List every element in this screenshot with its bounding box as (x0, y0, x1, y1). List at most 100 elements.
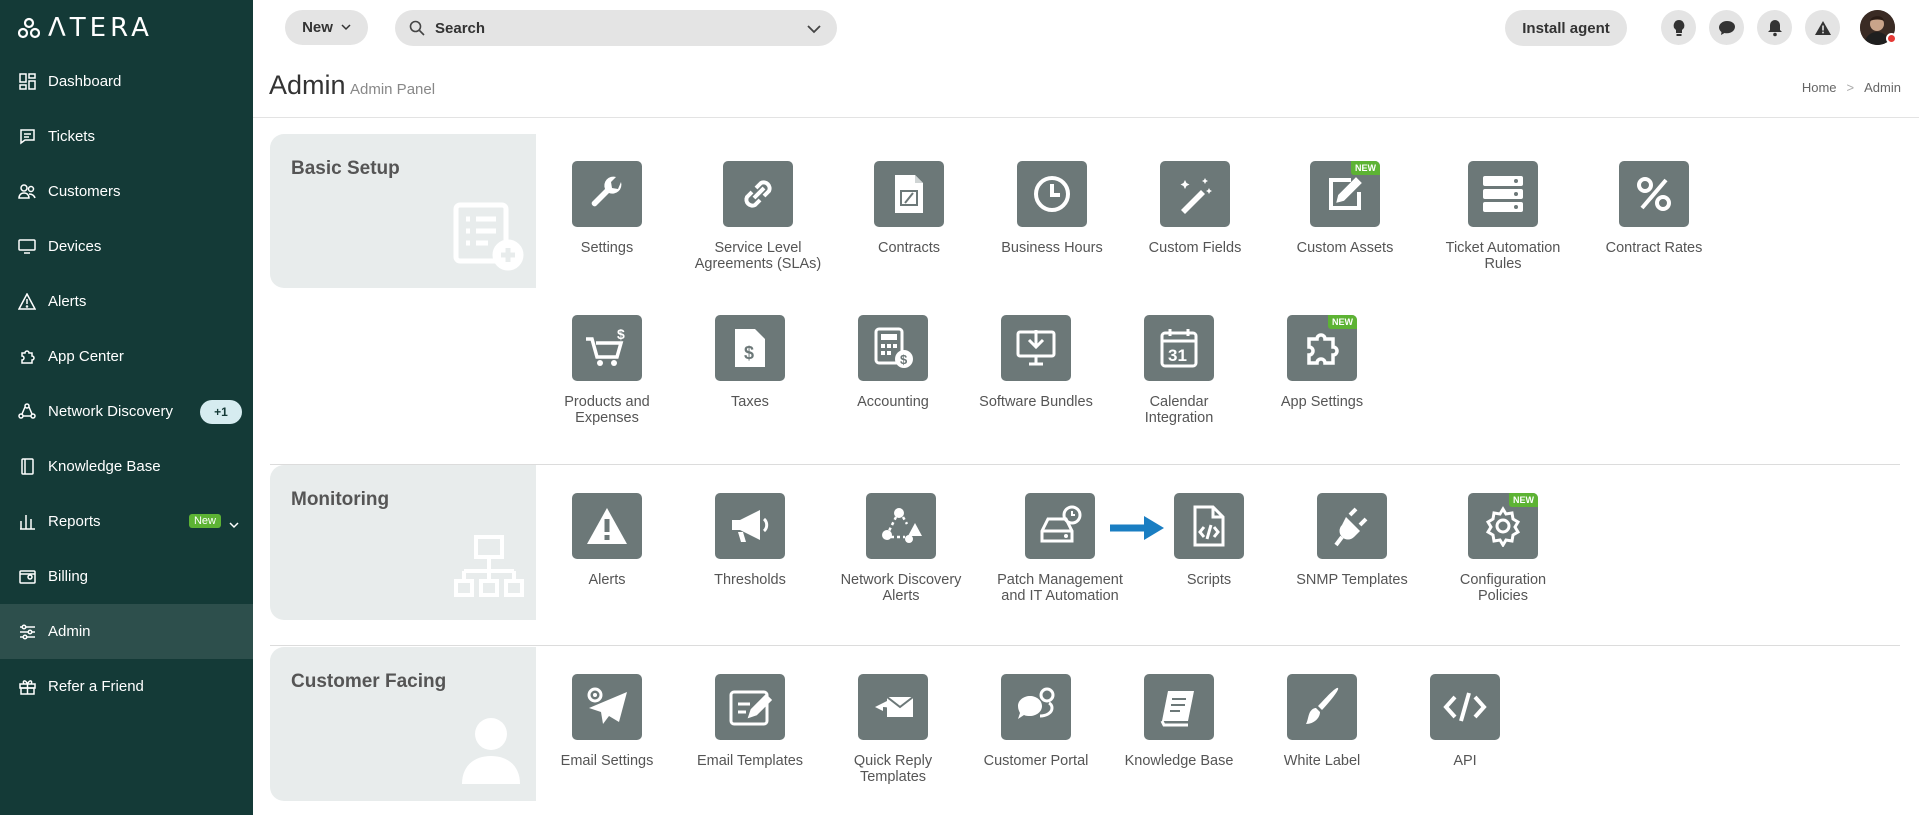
tile-customer-portal[interactable]: Customer Portal (971, 674, 1101, 769)
breadcrumb-admin: Admin (1864, 80, 1901, 95)
new-badge: NEW (1328, 315, 1357, 329)
atera-logo[interactable]: ΛTERA (18, 15, 153, 41)
tile-scripts[interactable]: Scripts (1144, 493, 1274, 588)
tile-knowledge-base[interactable]: Knowledge Base (1114, 674, 1244, 769)
tile-patch-management[interactable]: Patch Management and IT Automation (995, 493, 1125, 604)
tile-label: Contract Rates (1605, 240, 1703, 256)
sidebar-item-customers[interactable]: Customers (0, 164, 253, 219)
sidebar-item-admin[interactable]: Admin (0, 604, 253, 659)
section-title: Monitoring (291, 489, 390, 510)
sidebar-item-tickets[interactable]: Tickets (0, 109, 253, 164)
tile-email-settings[interactable]: Email Settings (542, 674, 672, 769)
search-input[interactable]: Search (395, 10, 837, 46)
tile-settings[interactable]: Settings (542, 161, 672, 256)
sidebar-item-reports[interactable]: Reports New (0, 494, 253, 549)
percent-icon (1619, 161, 1689, 227)
sidebar-item-billing[interactable]: Billing (0, 549, 253, 604)
tax-document-icon: $ (715, 315, 785, 381)
tile-custom-assets[interactable]: NEW Custom Assets (1280, 161, 1410, 256)
tile-contract-rates[interactable]: Contract Rates (1589, 161, 1719, 256)
sidebar-item-knowledge-base[interactable]: Knowledge Base (0, 439, 253, 494)
new-badge: NEW (1351, 161, 1380, 175)
sidebar-item-label: Network Discovery (48, 403, 174, 420)
sidebar-item-refer-a-friend[interactable]: Refer a Friend (0, 659, 253, 714)
sidebar-item-devices[interactable]: Devices (0, 219, 253, 274)
tile-label: Network Discovery Alerts (840, 572, 962, 604)
sidebar-item-dashboard[interactable]: Dashboard (0, 54, 253, 109)
tile-taxes[interactable]: $ Taxes (685, 315, 815, 410)
tile-network-discovery-alerts[interactable]: Network Discovery Alerts (836, 493, 966, 604)
search-placeholder: Search (435, 19, 486, 37)
tile-label: Email Templates (696, 753, 804, 769)
tile-custom-fields[interactable]: Custom Fields (1130, 161, 1260, 256)
sidebar-item-network-discovery[interactable]: Network Discovery +1 (0, 384, 253, 439)
tile-label: API (1453, 753, 1477, 769)
tile-email-templates[interactable]: Email Templates (685, 674, 815, 769)
new-button-label: New (302, 19, 333, 36)
tile-snmp-templates[interactable]: SNMP Templates (1287, 493, 1417, 588)
customers-icon (18, 183, 36, 201)
tile-label: Alerts (588, 572, 626, 588)
tile-contracts[interactable]: Contracts (844, 161, 974, 256)
book-icon (1144, 674, 1214, 740)
chevron-down-icon[interactable] (229, 516, 239, 533)
sidebar-item-label: Reports (48, 513, 101, 530)
new-button[interactable]: New (285, 10, 368, 45)
network-discovery-badge: +1 (200, 400, 242, 424)
sidebar-item-label: App Center (48, 348, 124, 365)
cart-icon: $ (572, 315, 642, 381)
sidebar-item-app-center[interactable]: App Center (0, 329, 253, 384)
bell-icon[interactable] (1757, 10, 1792, 45)
puzzle-icon: NEW (1287, 315, 1357, 381)
tile-thresholds[interactable]: Thresholds (685, 493, 815, 588)
alerts-icon (18, 293, 36, 311)
section-divider (270, 645, 1900, 646)
sidebar-item-label: Knowledge Base (48, 458, 161, 475)
calendar-icon: 31 (1144, 315, 1214, 381)
page-subtitle: Admin Panel (350, 81, 436, 98)
chat-icon[interactable] (1709, 10, 1744, 45)
tile-calendar-integration[interactable]: 31 Calendar Integration (1114, 315, 1244, 426)
warning-icon[interactable] (1805, 10, 1840, 45)
breadcrumb-separator: > (1846, 80, 1855, 95)
sidebar-item-label: Dashboard (48, 73, 122, 90)
tile-quick-reply-templates[interactable]: Quick Reply Templates (828, 674, 958, 785)
breadcrumb-home[interactable]: Home (1802, 80, 1837, 95)
new-badge: NEW (1509, 493, 1538, 507)
tile-business-hours[interactable]: Business Hours (987, 161, 1117, 256)
tile-ticket-automation-rules[interactable]: Ticket Automation Rules (1438, 161, 1568, 272)
tile-products-and-expenses[interactable]: $ Products and Expenses (542, 315, 672, 426)
tile-software-bundles[interactable]: Software Bundles (971, 315, 1101, 410)
tile-label: Custom Fields (1148, 240, 1242, 256)
tile-configuration-policies[interactable]: NEW Configuration Policies (1438, 493, 1568, 604)
install-agent-button[interactable]: Install agent (1505, 10, 1627, 46)
plug-icon (1317, 493, 1387, 559)
lightbulb-icon[interactable] (1661, 10, 1696, 45)
tile-app-settings[interactable]: NEW App Settings (1257, 315, 1387, 410)
reports-icon (18, 513, 36, 531)
basic-setup-panel: Basic Setup (270, 134, 536, 288)
patch-drive-icon (1025, 493, 1095, 559)
calculator-icon: $ (858, 315, 928, 381)
email-template-icon (715, 674, 785, 740)
config-gear-icon: NEW (1468, 493, 1538, 559)
tile-white-label[interactable]: White Label (1257, 674, 1387, 769)
chevron-down-icon[interactable] (807, 21, 821, 38)
tile-label: Software Bundles (979, 394, 1093, 410)
tile-label: Taxes (731, 394, 769, 410)
tile-slas[interactable]: Service Level Agreements (SLAs) (693, 161, 823, 272)
tile-accounting[interactable]: $ Accounting (828, 315, 958, 410)
tile-alerts[interactable]: Alerts (542, 493, 672, 588)
tile-label: Calendar Integration (1144, 394, 1214, 426)
tile-label: Settings (580, 240, 634, 256)
sidebar-item-alerts[interactable]: Alerts (0, 274, 253, 329)
section-title: Customer Facing (291, 671, 447, 692)
contract-icon (874, 161, 944, 227)
tile-label: White Label (1283, 753, 1361, 769)
tile-api[interactable]: API (1400, 674, 1530, 769)
search-icon (409, 20, 425, 36)
devices-icon (18, 238, 36, 256)
wrench-icon (572, 161, 642, 227)
tile-label: Patch Management and IT Automation (997, 572, 1123, 604)
server-stack-icon (1468, 161, 1538, 227)
